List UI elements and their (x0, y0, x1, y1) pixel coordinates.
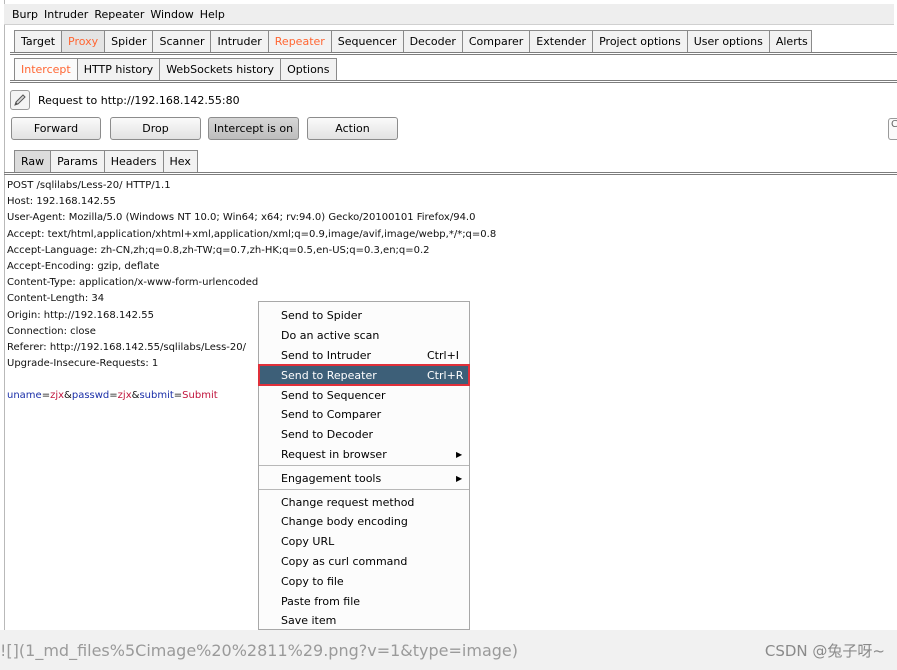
menu-separator (259, 465, 469, 467)
proxy-tabs: Intercept HTTP history WebSockets histor… (14, 58, 337, 80)
main-tab-divider (10, 52, 897, 55)
tab-project-options[interactable]: Project options (592, 30, 688, 52)
action-button[interactable]: Action (307, 117, 398, 140)
drop-button[interactable]: Drop (110, 117, 201, 140)
tab-comparer[interactable]: Comparer (461, 30, 531, 52)
request-info-row: Request to http://192.168.142.55:80 (10, 90, 240, 110)
tab-raw[interactable]: Raw (14, 150, 52, 172)
main-tabs: Target Proxy Spider Scanner Intruder Rep… (14, 30, 812, 52)
menu-item-active-scan[interactable]: Do an active scan (259, 326, 469, 346)
menu-help[interactable]: Help (200, 8, 225, 21)
message-tabs: Raw Params Headers Hex (14, 150, 198, 172)
watermark-credit: CSDN @兔子呀~ (764, 641, 885, 660)
menu-item-paste-from-file[interactable]: Paste from file (259, 591, 469, 611)
tab-hex[interactable]: Hex (162, 150, 198, 172)
tab-repeater[interactable]: Repeater (267, 30, 332, 52)
menu-item-send-to-decoder[interactable]: Send to Decoder (259, 425, 469, 445)
tab-user-options[interactable]: User options (686, 30, 770, 52)
request-line: Content-Type: application/x-www-form-url… (7, 277, 259, 289)
tab-params[interactable]: Params (50, 150, 105, 172)
param-equals: = (41, 390, 51, 402)
tab-proxy-options[interactable]: Options (280, 58, 337, 80)
menu-item-send-to-repeater[interactable]: Send to Repeater Ctrl+R (258, 364, 470, 387)
param-name: passwd (71, 390, 110, 402)
request-line: User-Agent: Mozilla/5.0 (Windows NT 10.0… (7, 212, 476, 224)
param-name: submit (139, 390, 174, 402)
param-name: uname (7, 390, 42, 402)
menu-item-copy-to-file[interactable]: Copy to file (259, 571, 469, 591)
request-line: POST /sqlilabs/Less-20/ HTTP/1.1 (7, 180, 171, 191)
menu-item-save-item[interactable]: Save item (259, 611, 469, 631)
menu-item-send-to-spider[interactable]: Send to Spider (259, 306, 469, 326)
menu-intruder[interactable]: Intruder (44, 8, 88, 21)
menu-separator (259, 489, 469, 491)
menu-item-copy-as-curl[interactable]: Copy as curl command (259, 552, 469, 572)
menu-repeater[interactable]: Repeater (94, 8, 144, 21)
menubar: Burp Intruder Repeater Window Help (4, 4, 894, 25)
shortcut-label: Ctrl+I (427, 348, 460, 362)
page-footer: ![](1_md_files%5Cimage%20%2811%29.png?v=… (0, 630, 897, 670)
menu-item-change-request-method[interactable]: Change request method (259, 492, 469, 512)
request-target-label: Request to http://192.168.142.55:80 (38, 93, 240, 107)
context-menu: Send to Spider Do an active scan Send to… (258, 301, 470, 630)
tab-alerts[interactable]: Alerts (768, 30, 812, 52)
tab-sequencer[interactable]: Sequencer (330, 30, 404, 52)
tab-websockets-history[interactable]: WebSockets history (159, 58, 282, 80)
image-markdown-link: ![](1_md_files%5Cimage%20%2811%29.png?v=… (0, 640, 518, 660)
menu-item-engagement-tools[interactable]: Engagement tools ▶ (259, 468, 469, 488)
menu-item-send-to-intruder[interactable]: Send to Intruder Ctrl+I (259, 346, 469, 366)
tab-headers[interactable]: Headers (103, 150, 164, 172)
param-equals: = (109, 390, 118, 402)
param-value: zjx (50, 390, 65, 402)
menu-item-request-in-browser[interactable]: Request in browser ▶ (259, 445, 469, 465)
intercept-toggle-button[interactable]: Intercept is on (208, 117, 299, 140)
proxy-tab-divider (10, 80, 897, 83)
menu-item-copy-url[interactable]: Copy URL (259, 532, 469, 552)
tab-scanner[interactable]: Scanner (152, 30, 212, 52)
tab-http-history[interactable]: HTTP history (76, 58, 161, 80)
tab-proxy[interactable]: Proxy (61, 30, 106, 52)
tab-intruder[interactable]: Intruder (210, 30, 269, 52)
param-equals: = (173, 390, 183, 402)
menu-window[interactable]: Window (150, 8, 193, 21)
request-line: Accept: text/html,application/xhtml+xml,… (7, 228, 497, 240)
request-line: Accept-Encoding: gzip, deflate (7, 260, 160, 272)
menu-burp[interactable]: Burp (12, 8, 38, 21)
submenu-arrow-icon: ▶ (456, 473, 463, 483)
tab-intercept[interactable]: Intercept (14, 58, 78, 80)
tab-decoder[interactable]: Decoder (402, 30, 463, 52)
menu-item-send-to-comparer[interactable]: Send to Comparer (259, 405, 469, 425)
param-value: Submit (182, 390, 218, 402)
tab-extender[interactable]: Extender (529, 30, 594, 52)
tab-target[interactable]: Target (14, 30, 63, 52)
param-separator: & (64, 390, 72, 402)
menu-item-send-to-sequencer[interactable]: Send to Sequencer (259, 385, 469, 405)
forward-button[interactable]: Forward (11, 117, 101, 140)
edit-pencil-icon[interactable] (10, 90, 30, 110)
shortcut-label: Ctrl+R (427, 368, 464, 382)
request-line: Host: 192.168.142.55 (7, 196, 116, 208)
param-value: zjx (117, 390, 132, 402)
menu-item-change-body-encoding[interactable]: Change body encoding (259, 512, 469, 532)
search-field-edge[interactable]: C (888, 118, 897, 140)
request-line: Accept-Language: zh-CN,zh;q=0.8,zh-TW;q=… (7, 244, 430, 256)
submenu-arrow-icon: ▶ (456, 449, 463, 459)
tab-spider[interactable]: Spider (104, 30, 154, 52)
message-tab-divider (4, 172, 897, 175)
